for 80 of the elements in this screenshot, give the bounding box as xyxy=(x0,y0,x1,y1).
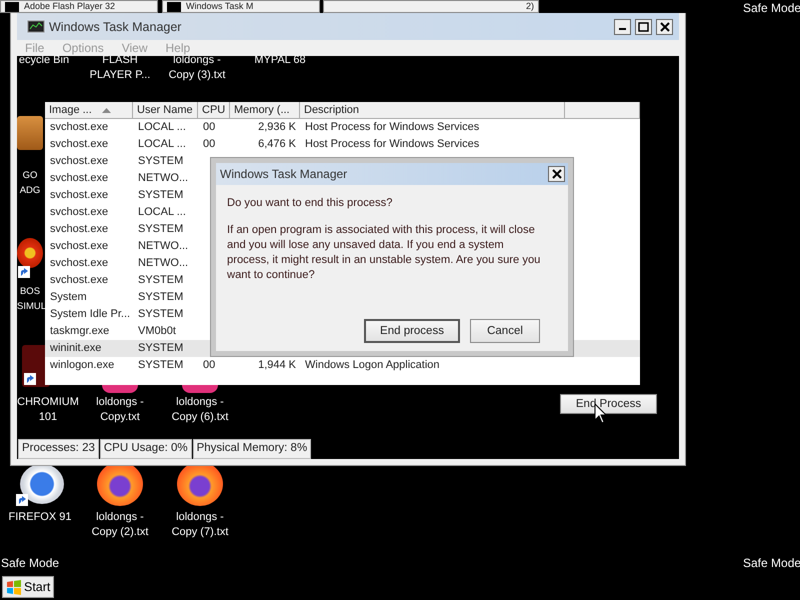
column-header[interactable]: User Name xyxy=(133,102,198,119)
table-cell-text: svchost.exe xyxy=(49,188,110,203)
safe-mode-label: Safe Mode xyxy=(1,556,60,570)
table-cell-text: svchost.exe xyxy=(49,256,110,271)
table-cell-text: SYSTEM xyxy=(137,154,184,169)
file-icon[interactable] xyxy=(182,385,218,393)
dialog-question: Do you want to end this process? xyxy=(227,197,394,209)
table-cell-text: 1,944 K xyxy=(257,358,297,373)
desktop-icon-label[interactable]: FIREFOX 91 xyxy=(4,510,76,525)
table-cell-text: SYSTEM xyxy=(137,290,184,305)
task-manager-icon xyxy=(27,20,45,34)
status-bar-panel: Processes: 23 xyxy=(18,439,99,459)
close-button[interactable] xyxy=(548,166,565,182)
table-cell-text: 6,476 K xyxy=(257,137,297,152)
table-cell-text: svchost.exe xyxy=(49,222,110,237)
column-header[interactable]: Memory (... xyxy=(230,102,300,119)
table-cell-text: 00 xyxy=(202,137,216,152)
table-cell-text: System xyxy=(49,290,88,305)
desktop-icon-label[interactable]: GO ADG xyxy=(17,168,43,198)
close-icon xyxy=(660,22,670,32)
table-cell-text: NETWO... xyxy=(137,171,190,186)
close-button[interactable] xyxy=(656,18,673,34)
taskbar-button[interactable]: 2) xyxy=(323,0,539,13)
table-cell-text: LOCAL ... xyxy=(137,120,187,135)
sort-arrow-icon xyxy=(102,108,111,112)
status-bar-panel: Physical Memory: 8% xyxy=(192,439,312,459)
start-button[interactable]: Start xyxy=(2,576,54,598)
table-cell-text: winlogon.exe xyxy=(49,358,116,373)
table-cell-text: svchost.exe xyxy=(49,273,110,288)
table-cell-text: SYSTEM xyxy=(137,222,184,237)
desktop-icon-label[interactable]: BOS SIMUL xyxy=(17,284,43,314)
close-icon xyxy=(552,169,562,179)
table-cell-text: svchost.exe xyxy=(49,137,110,152)
table-cell-text: svchost.exe xyxy=(49,239,110,254)
table-cell-text: SYSTEM xyxy=(137,341,184,356)
maximize-button[interactable] xyxy=(635,18,652,34)
table-cell-text: svchost.exe xyxy=(49,171,110,186)
table-cell-text: wininit.exe xyxy=(49,341,102,356)
dialog-button[interactable]: Cancel xyxy=(470,319,540,343)
file-icon[interactable] xyxy=(102,385,138,393)
maximize-icon xyxy=(638,22,649,32)
status-bar-panel: CPU Usage: 0% xyxy=(100,439,192,459)
table-cell-text: SYSTEM xyxy=(137,358,184,373)
table-cell-text: SYSTEM xyxy=(137,273,184,288)
table-cell-text: taskmgr.exe xyxy=(49,324,110,339)
table-cell-text: NETWO... xyxy=(137,256,190,271)
table-cell-text: svchost.exe xyxy=(49,154,110,169)
column-header[interactable]: Image ... xyxy=(45,102,133,119)
column-header[interactable]: CPU xyxy=(198,102,230,119)
desktop-icon-label[interactable]: CHROMIUM 101 xyxy=(12,395,84,425)
table-cell-text: Host Process for Windows Services xyxy=(304,137,480,152)
column-header[interactable]: Description xyxy=(300,102,565,119)
table-cell-text: 00 xyxy=(202,120,216,135)
table-cell-text: VM0b0t xyxy=(137,324,177,339)
table-cell-text: LOCAL ... xyxy=(137,137,187,152)
flower-icon[interactable] xyxy=(17,238,43,268)
table-cell-text: Host Process for Windows Services xyxy=(304,120,480,135)
desktop-icon-label[interactable]: loldongs - Copy (6).txt xyxy=(164,395,236,425)
table-cell-text: svchost.exe xyxy=(49,205,110,220)
table-cell-text: 00 xyxy=(202,358,216,373)
desktop-icon-label[interactable]: loldongs - Copy (2).txt xyxy=(84,510,156,540)
desktop-icon-label[interactable]: loldongs - Copy (7).txt xyxy=(164,510,236,540)
taskbar-button[interactable]: Adobe Flash Player 32 xyxy=(0,0,158,13)
table-cell-text: 2,936 K xyxy=(257,120,297,135)
table-cell-text: NETWO... xyxy=(137,239,190,254)
dialog-button[interactable]: End process xyxy=(364,319,460,343)
window-title: Windows Task Manager xyxy=(49,20,182,34)
table-cell-text: SYSTEM xyxy=(137,188,184,203)
table-cell-text: System Idle Pr... xyxy=(49,307,132,322)
windows-logo-icon xyxy=(6,580,22,594)
taskbar-button[interactable]: Windows Task M xyxy=(162,0,320,13)
table-cell-text: Windows Logon Application xyxy=(304,358,441,373)
desktop-icon-label[interactable]: loldongs - Copy (3).txt xyxy=(161,53,233,83)
minimize-button[interactable] xyxy=(614,18,631,34)
table-cell-text: svchost.exe xyxy=(49,120,110,135)
table-cell-text: LOCAL ... xyxy=(137,205,187,220)
browser-icon[interactable] xyxy=(20,464,64,504)
desktop-icon-label[interactable]: loldongs - Copy.txt xyxy=(84,395,156,425)
table-cell-text: SYSTEM xyxy=(137,307,184,322)
dialog-title: Windows Task Manager xyxy=(220,167,348,181)
